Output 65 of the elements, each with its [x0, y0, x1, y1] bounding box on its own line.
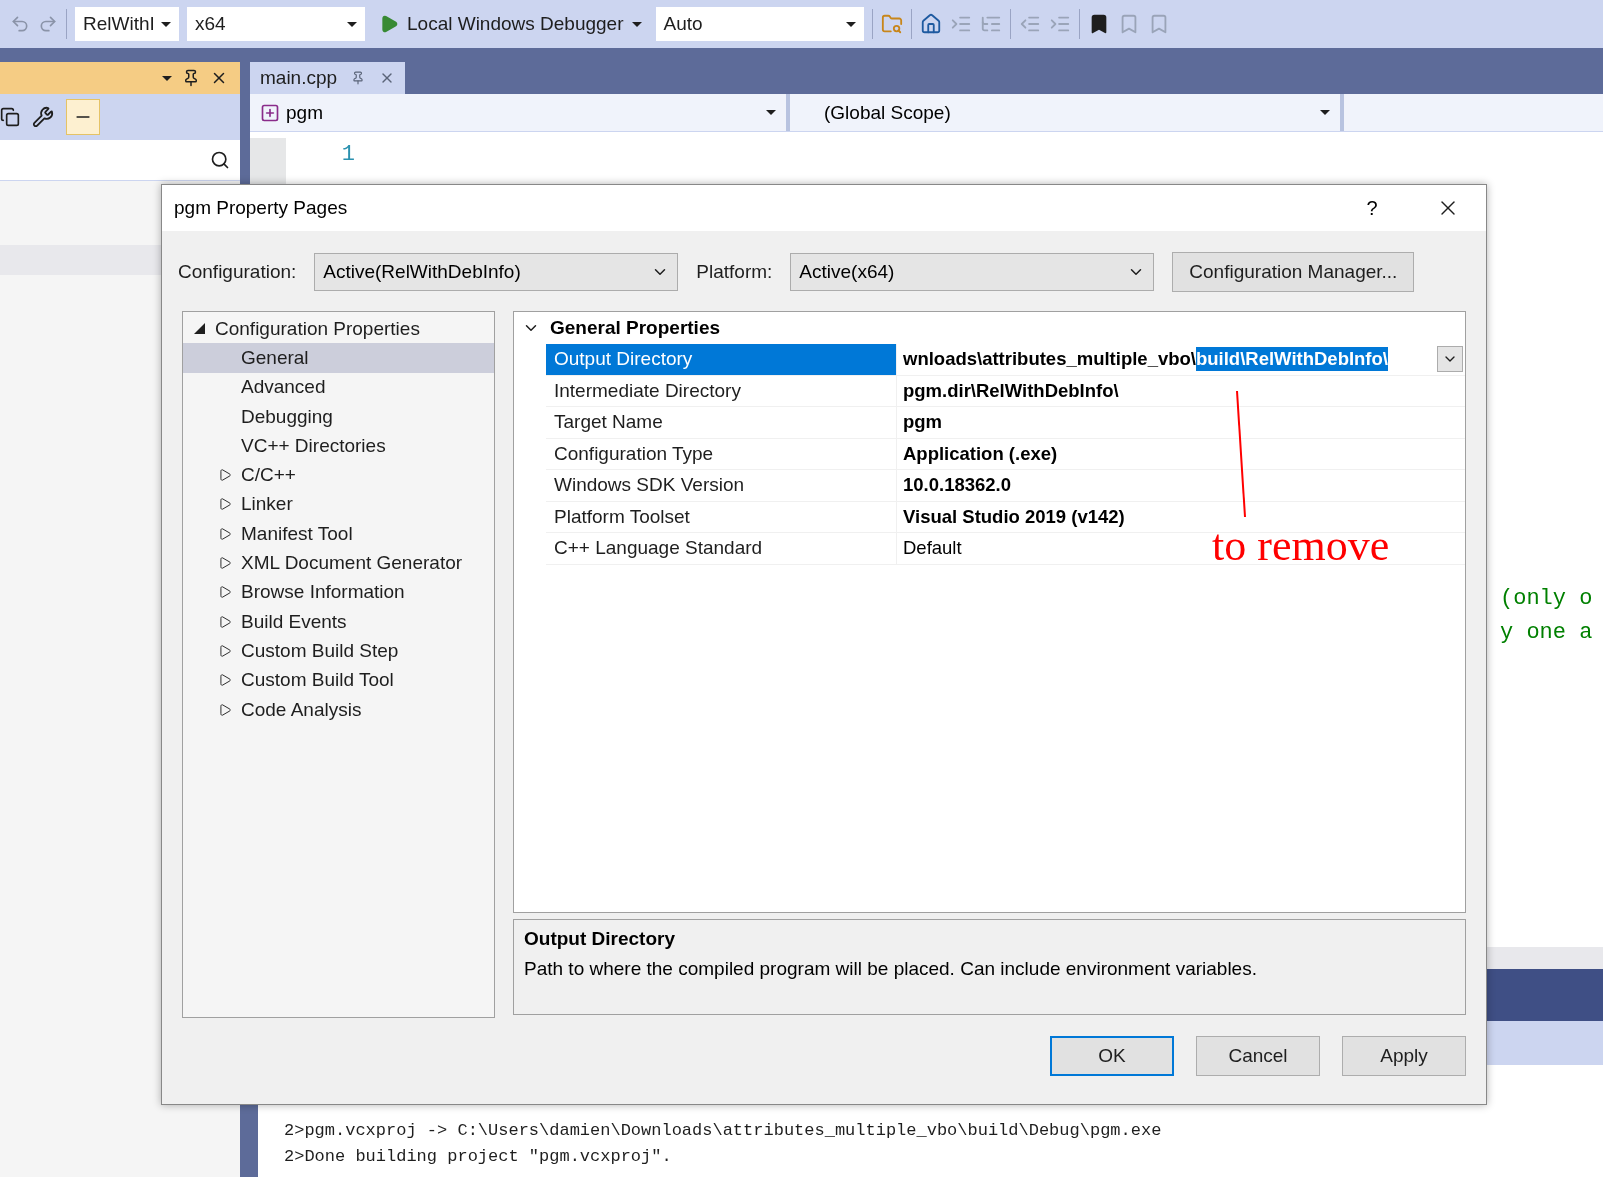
mode-dropdown[interactable]: Auto — [655, 7, 864, 41]
start-debugger-button[interactable]: Local Windows Debugger — [373, 13, 648, 35]
tree-item[interactable]: Custom Build Tool — [183, 665, 494, 695]
collapsed-arrow-icon[interactable] — [218, 702, 232, 717]
configuration-label: Configuration: — [178, 261, 297, 283]
platform-select[interactable]: Active(x64) — [790, 253, 1155, 291]
code-comment: (only o — [1500, 586, 1593, 611]
property-group[interactable]: General Properties — [514, 312, 1465, 344]
annotation-text: to remove — [1212, 520, 1390, 571]
help-button[interactable]: ? — [1334, 185, 1410, 231]
home-icon[interactable] — [919, 13, 942, 35]
property-value[interactable]: pgm.dir\RelWithDebInfo\ — [903, 379, 1119, 402]
dialog-title: pgm Property Pages — [174, 197, 349, 219]
tree-item[interactable]: C/C++ — [183, 460, 494, 490]
tree-item[interactable]: XML Document Generator — [183, 548, 494, 578]
dialog-button[interactable]: OK — [1050, 1036, 1174, 1076]
property-name[interactable]: Output Directory — [546, 344, 897, 375]
dialog-button[interactable]: Apply — [1342, 1036, 1466, 1076]
collapsed-arrow-icon[interactable] — [218, 643, 232, 658]
line-number: 1 — [340, 141, 355, 167]
configuration-select[interactable]: Active(RelWithDebInfo) — [314, 253, 679, 291]
tree-item[interactable]: Build Events — [183, 606, 494, 637]
collapsed-arrow-icon[interactable] — [218, 497, 232, 512]
tree-item[interactable]: VC++ Directories — [183, 431, 494, 461]
collapsed-arrow-icon[interactable] — [218, 468, 232, 483]
tree-item[interactable]: Configuration Properties — [183, 314, 494, 344]
configuration-dropdown[interactable]: RelWithI — [75, 7, 179, 41]
collapsed-arrow-icon[interactable] — [218, 526, 232, 541]
dropdown-icon[interactable] — [162, 75, 172, 81]
wrench-icon[interactable] — [32, 106, 54, 128]
platform-label: Platform: — [696, 261, 773, 283]
tree-item[interactable]: Custom Build Step — [183, 636, 494, 666]
property-value[interactable]: Default — [903, 537, 962, 560]
description-title: Output Directory — [524, 928, 676, 950]
collapsed-arrow-icon[interactable] — [218, 614, 232, 629]
search-field[interactable] — [0, 140, 240, 181]
dropdown-button[interactable] — [1437, 346, 1463, 373]
property-value[interactable]: wnloads\attributes_multiple_vbo\ — [903, 348, 1196, 371]
tree-item[interactable]: Manifest Tool — [183, 519, 494, 549]
pin-icon[interactable] — [182, 69, 200, 87]
configuration-manager-button[interactable]: Configuration Manager... — [1172, 252, 1415, 292]
property-value[interactable]: Visual Studio 2019 (v142) — [903, 505, 1125, 528]
collapsed-arrow-icon[interactable] — [218, 585, 232, 600]
project-icon — [260, 102, 280, 123]
description-text: Path to where the compiled program will be placed. Can include environment variables. — [524, 958, 1258, 980]
property-value[interactable]: pgm — [903, 411, 943, 434]
output-line: 2>pgm.vcxproj -> C:\Users\damien\Downloads\attributes_multiple_vbo\build\Debug\pgm.exe — [284, 1121, 1162, 1140]
tree-item[interactable]: Linker — [183, 489, 494, 520]
copy-icon[interactable] — [0, 107, 20, 127]
platform-dropdown[interactable]: x64 — [187, 7, 365, 41]
play-icon[interactable] — [379, 14, 399, 34]
tree-item[interactable]: Debugging — [183, 401, 494, 432]
tree-item[interactable]: Browse Information — [183, 577, 494, 607]
property-value[interactable]: 10.0.18362.0 — [903, 474, 1012, 497]
collapsed-arrow-icon[interactable] — [218, 673, 232, 688]
tree-item[interactable]: Advanced — [183, 372, 494, 402]
expanded-arrow-icon[interactable] — [193, 323, 205, 335]
tree-item[interactable]: Code Analysis — [183, 694, 494, 725]
collapsed-arrow-icon[interactable] — [218, 556, 232, 570]
search-icon[interactable] — [210, 150, 230, 170]
dialog-button[interactable]: Cancel — [1196, 1036, 1320, 1076]
tree-item[interactable]: General — [183, 343, 494, 373]
property-value[interactable]: Application (.exe) — [903, 442, 1058, 465]
code-comment: y one a — [1500, 620, 1593, 645]
output-line: 2>Done building project "pgm.vcxproj". — [284, 1147, 672, 1166]
